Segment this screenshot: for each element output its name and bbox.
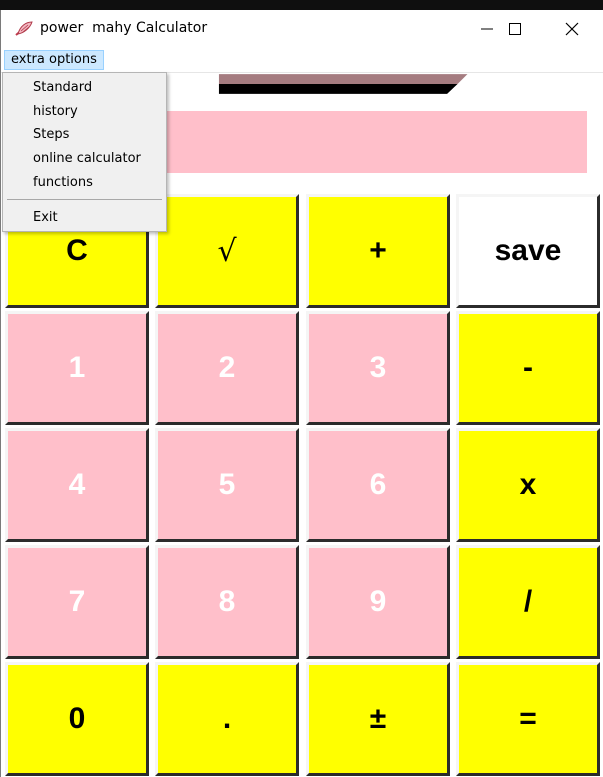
keypad: C √ + save 1 2 3 - 4 5 6 x 7 8 9 / 0 . ±… xyxy=(1,191,603,777)
digit-6-button[interactable]: 6 xyxy=(306,428,450,542)
menu-item-steps[interactable]: Steps xyxy=(33,127,69,142)
digit-1-button[interactable]: 1 xyxy=(5,311,149,425)
menu-item-history[interactable]: history xyxy=(33,104,78,119)
save-button[interactable]: save xyxy=(456,194,600,308)
divide-button[interactable]: / xyxy=(456,545,600,659)
plus-button[interactable]: + xyxy=(306,194,450,308)
multiply-button[interactable]: x xyxy=(456,428,600,542)
digit-0-button[interactable]: 0 xyxy=(5,662,149,776)
decimal-point-button[interactable]: . xyxy=(155,662,299,776)
extra-options-dropdown: Standard history Steps online calculator… xyxy=(2,72,167,232)
digit-5-button[interactable]: 5 xyxy=(155,428,299,542)
minus-button[interactable]: - xyxy=(456,311,600,425)
close-icon xyxy=(565,22,579,36)
window-title: power mahy Calculator xyxy=(40,20,208,36)
digit-7-button[interactable]: 7 xyxy=(5,545,149,659)
digit-2-button[interactable]: 2 xyxy=(155,311,299,425)
menu-separator xyxy=(7,199,162,200)
digit-8-button[interactable]: 8 xyxy=(155,545,299,659)
digit-4-button[interactable]: 4 xyxy=(5,428,149,542)
plus-minus-button[interactable]: ± xyxy=(306,662,450,776)
maximize-button[interactable] xyxy=(486,10,544,48)
digit-3-button[interactable]: 3 xyxy=(306,311,450,425)
title-bar[interactable]: power mahy Calculator xyxy=(1,10,603,48)
menu-extra-options[interactable]: extra options xyxy=(4,50,104,70)
screen-top-strip xyxy=(0,0,603,10)
menu-item-online-calculator[interactable]: online calculator xyxy=(33,151,141,166)
menu-item-functions[interactable]: functions xyxy=(33,175,93,190)
digit-9-button[interactable]: 9 xyxy=(306,545,450,659)
sqrt-button[interactable]: √ xyxy=(155,194,299,308)
menu-bar: extra options xyxy=(1,48,603,73)
result-display xyxy=(151,111,587,173)
maximize-icon xyxy=(509,23,521,35)
app-feather-icon xyxy=(14,20,34,38)
menu-item-standard[interactable]: Standard xyxy=(33,80,92,95)
close-button[interactable] xyxy=(543,10,601,48)
menu-item-exit[interactable]: Exit xyxy=(33,210,58,225)
equals-button[interactable]: = xyxy=(456,662,600,776)
